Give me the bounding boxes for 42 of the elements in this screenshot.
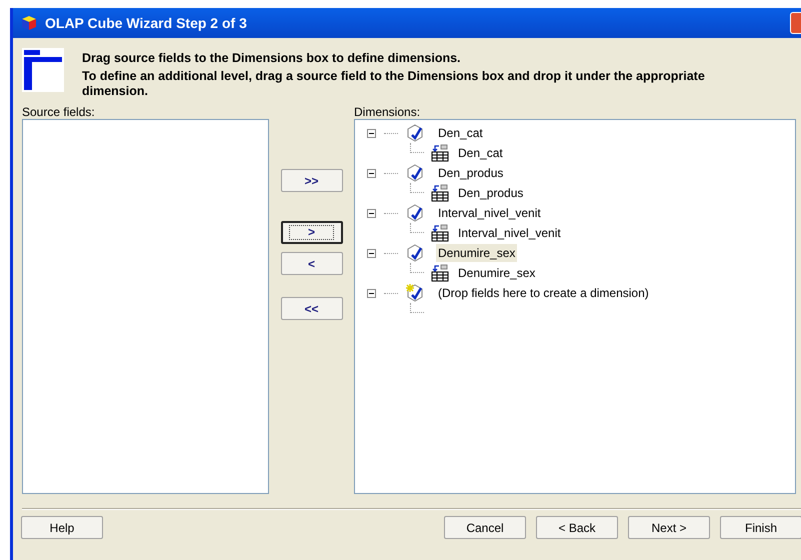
tree-item[interactable]: Denumire_sex: [458, 264, 536, 282]
move-button[interactable]: <<: [280, 297, 342, 320]
source-fields-list[interactable]: [22, 119, 269, 494]
wizard-layout-icon: [22, 48, 64, 92]
close-button[interactable]: [790, 12, 801, 34]
cube-icon: [406, 204, 424, 222]
collapse-toggle[interactable]: [367, 248, 376, 258]
table-field-icon: [430, 264, 450, 282]
tree-item[interactable]: Den_cat: [436, 124, 485, 142]
tree-item[interactable]: Den_cat: [458, 144, 503, 162]
cube-logo-icon: [21, 15, 37, 31]
tree-item[interactable]: Denumire_sex: [436, 244, 518, 262]
table-field-icon: [430, 184, 450, 202]
cube-icon: [406, 124, 424, 142]
collapse-toggle[interactable]: [367, 288, 376, 298]
move-button[interactable]: >: [280, 221, 342, 244]
collapse-toggle[interactable]: [367, 168, 376, 178]
collapse-toggle[interactable]: [367, 128, 376, 138]
tree-item[interactable]: Interval_nivel_venit: [458, 224, 561, 242]
new-cube-icon: [406, 284, 424, 302]
instruction-text: To define an additional level, drag a source field to the Dimensions box and drop it under the appropriate dimension.: [82, 69, 706, 99]
wizard-button[interactable]: Help: [21, 516, 103, 539]
dimensions-tree[interactable]: Den_cat Den_cat Den_produs Den_produs Interval_nivel_venit Interval_nivel_venit Denumire_sex Denumire_sex (Drop fields here to create a dimension): [354, 119, 796, 494]
tree-item[interactable]: (Drop fields here to create a dimension): [436, 284, 651, 302]
tree-item[interactable]: Den_produs: [458, 184, 524, 202]
table-field-icon: [430, 224, 450, 242]
tree-item[interactable]: Interval_nivel_venit: [436, 204, 543, 222]
field-label: Dimensions:: [354, 104, 422, 119]
wizard-button[interactable]: Next >: [628, 516, 710, 539]
wizard-button[interactable]: Cancel: [444, 516, 526, 539]
collapse-toggle[interactable]: [367, 208, 376, 218]
cube-icon: [406, 244, 424, 262]
tree-item[interactable]: Den_produs: [436, 164, 506, 182]
window-title: OLAP Cube Wizard Step 2 of 3: [45, 14, 247, 33]
move-button[interactable]: >>: [280, 169, 342, 192]
wizard-button[interactable]: < Back: [536, 516, 618, 539]
cube-icon: [406, 164, 424, 182]
field-label: Source fields:: [22, 104, 96, 119]
table-field-icon: [430, 144, 450, 162]
wizard-button[interactable]: Finish: [720, 516, 801, 539]
instruction-text: Drag source fields to the Dimensions box to define dimensions.: [82, 51, 462, 66]
move-button[interactable]: <: [280, 252, 342, 275]
